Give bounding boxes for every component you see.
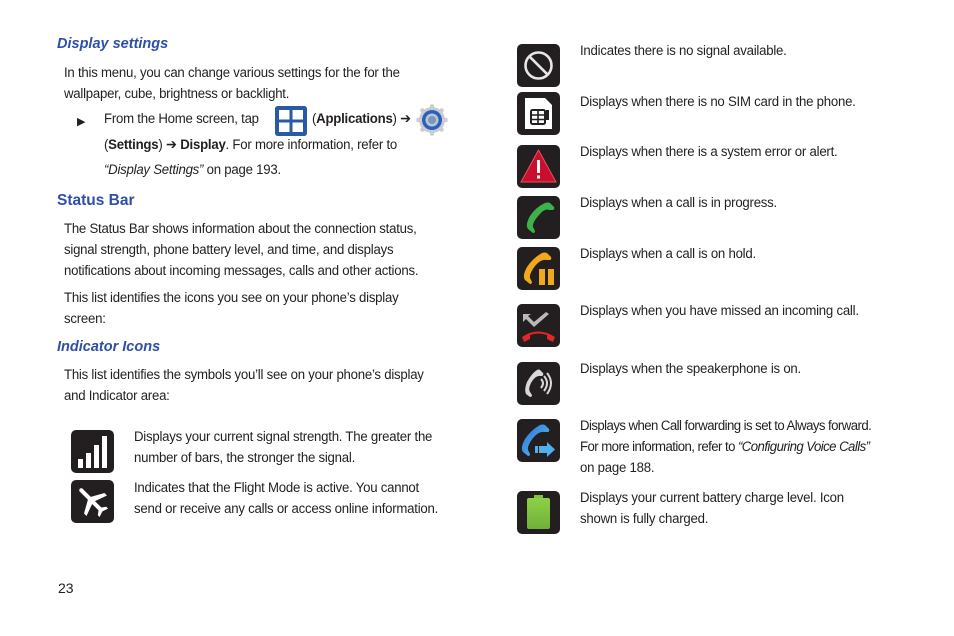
battery-description: Displays your current battery charge lev… — [580, 488, 844, 530]
flight-mode-icon — [71, 480, 114, 523]
display-settings-intro: In this menu, you can change various set… — [64, 63, 400, 105]
text-line: For more information, refer to “Configur… — [580, 437, 871, 458]
call-in-progress-description: Displays when a call is in progress. — [580, 193, 777, 214]
step-line-2: (Settings) ➔ Display. For more informati… — [104, 135, 397, 156]
configuring-voice-calls-link[interactable]: “Configuring Voice Calls” — [738, 439, 870, 455]
no-sim-card-description: Displays when there is no SIM card in th… — [580, 92, 856, 113]
step-applications: (Applications) ➔ — [312, 109, 411, 130]
text-line: Indicates there is no signal available. — [580, 43, 787, 59]
text-line: Displays when you have missed an incomin… — [580, 303, 859, 319]
intro-line-1: In this menu, you can change various set… — [64, 65, 400, 81]
speakerphone-description: Displays when the speakerphone is on. — [580, 359, 801, 380]
text-line: Displays your current battery charge lev… — [580, 490, 844, 506]
paren: ) — [158, 137, 163, 153]
text-line: Displays when a call is on hold. — [580, 246, 756, 262]
text-line: Displays when Call forwarding is set to … — [580, 418, 872, 434]
text-line: Displays when there is a system error or… — [580, 144, 838, 160]
settings-gear-icon — [416, 104, 448, 136]
text-line: notifications about incoming messages, c… — [64, 263, 419, 279]
arrow-icon: ➔ — [400, 111, 412, 127]
status-bar-para-1: The Status Bar shows information about t… — [64, 219, 419, 282]
system-alert-icon — [517, 145, 560, 188]
no-signal-description: Indicates there is no signal available. — [580, 41, 787, 62]
step-text: From the Home screen, tap — [104, 111, 259, 127]
display-settings-link[interactable]: “Display Settings” — [104, 162, 203, 178]
missed-call-icon — [517, 304, 560, 347]
call-in-progress-icon — [517, 196, 560, 239]
no-signal-icon — [517, 44, 560, 87]
text-line: This list identifies the icons you see o… — [64, 290, 399, 306]
text-line: on page 188. — [580, 460, 655, 476]
call-forwarding-description: Displays when Call forwarding is set to … — [580, 416, 872, 479]
applications-label: Applications — [316, 111, 393, 127]
applications-grid-icon — [275, 106, 307, 136]
no-sim-card-icon — [517, 92, 560, 135]
text-line: send or receive any calls or access onli… — [134, 501, 439, 517]
text-line: shown is fully charged. — [580, 511, 709, 527]
speakerphone-icon — [517, 362, 560, 405]
indicator-icons-intro: This list identifies the symbols you’ll … — [64, 365, 424, 407]
call-on-hold-description: Displays when a call is on hold. — [580, 244, 756, 265]
signal-strength-description: Displays your current signal strength. T… — [134, 427, 432, 469]
text-line: and Indicator area: — [64, 388, 170, 404]
page-number: 23 — [58, 580, 74, 596]
intro-line-2: wallpaper, cube, brightness or backlight… — [64, 86, 290, 102]
settings-label: Settings — [108, 137, 159, 153]
text-segment: For more information, refer to — [580, 439, 738, 455]
system-alert-description: Displays when there is a system error or… — [580, 142, 838, 163]
text-line: This list identifies the symbols you’ll … — [64, 367, 424, 383]
text-line: Indicates that the Flight Mode is active… — [134, 480, 419, 496]
battery-full-icon — [517, 491, 560, 534]
text-line: Displays when there is no SIM card in th… — [580, 94, 856, 110]
text-line: The Status Bar shows information about t… — [64, 221, 417, 237]
flight-mode-description: Indicates that the Flight Mode is active… — [134, 478, 438, 520]
indicator-icons-heading: Indicator Icons — [57, 339, 161, 355]
step-text-2: . For more information, refer to — [225, 137, 398, 153]
step-line-3: “Display Settings” on page 193. — [104, 160, 281, 181]
text-line: screen: — [64, 311, 106, 327]
ref-page: on page 193. — [203, 162, 281, 178]
text-line: Displays your current signal strength. T… — [134, 429, 433, 445]
step-bullet: ▶ — [77, 116, 86, 128]
call-on-hold-icon — [517, 247, 560, 290]
signal-strength-icon — [71, 430, 114, 473]
arrow-icon: ➔ — [165, 137, 177, 153]
text-line: number of bars, the stronger the signal. — [134, 450, 356, 466]
call-forwarding-icon — [517, 419, 560, 462]
display-label: Display — [180, 137, 226, 153]
display-settings-heading: Display settings — [57, 36, 169, 52]
status-bar-para-2: This list identifies the icons you see o… — [64, 288, 399, 330]
step-line-1: From the Home screen, tap — [104, 109, 259, 130]
text-line: signal strength, phone battery level, an… — [64, 242, 394, 258]
text-line: Displays when the speakerphone is on. — [580, 361, 801, 377]
text-line: Displays when a call is in progress. — [580, 195, 777, 211]
status-bar-heading: Status Bar — [57, 192, 135, 209]
paren: ) — [392, 111, 397, 127]
missed-call-description: Displays when you have missed an incomin… — [580, 301, 859, 322]
